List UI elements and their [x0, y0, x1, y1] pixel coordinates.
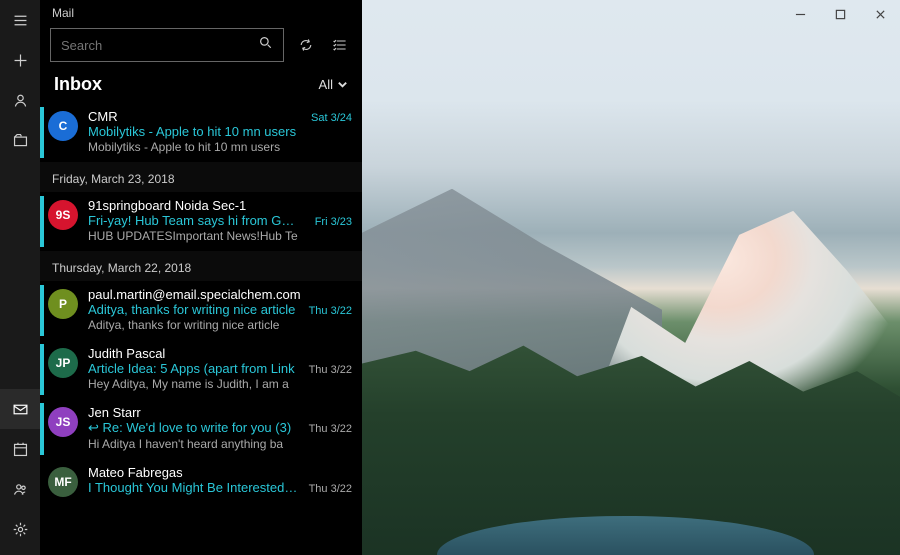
search-box[interactable] [50, 28, 284, 62]
avatar: MF [48, 467, 78, 497]
message-subject: I Thought You Might Be Interested In [88, 480, 298, 495]
message-sender: Judith Pascal [88, 346, 165, 361]
folder-name: Inbox [54, 74, 102, 95]
settings-button[interactable] [0, 509, 40, 549]
filter-dropdown[interactable]: All [319, 77, 348, 92]
message-date: Thu 3/22 [303, 364, 352, 376]
message-sender: CMR [88, 109, 118, 124]
menu-button[interactable] [0, 0, 40, 40]
message-list-panel: Mail Inbox All CCMRSat 3/24Mobilytiks - [40, 0, 362, 555]
accounts-button[interactable] [0, 80, 40, 120]
search-input[interactable] [61, 38, 258, 53]
message-preview: Hey Aditya, My name is Judith, I am a [88, 377, 352, 391]
chevron-down-icon [337, 79, 348, 90]
message-date: Fri 3/23 [309, 216, 352, 228]
message-subject: Aditya, thanks for writing nice article [88, 302, 295, 317]
people-tab[interactable] [0, 469, 40, 509]
message-subject: ↩ Re: We'd love to write for you (3) [88, 420, 291, 436]
app-title: Mail [40, 0, 362, 24]
sync-button[interactable] [294, 33, 318, 57]
folders-button[interactable] [0, 120, 40, 160]
message-item[interactable]: Ppaul.martin@email.specialchem.comAditya… [40, 281, 362, 340]
message-preview: Hi Aditya I haven't heard anything ba [88, 437, 352, 451]
message-date: Thu 3/22 [303, 483, 352, 495]
avatar: P [48, 289, 78, 319]
date-header: Thursday, March 22, 2018 [40, 251, 362, 281]
minimize-button[interactable] [780, 0, 820, 28]
message-sender: paul.martin@email.specialchem.com [88, 287, 301, 302]
message-item[interactable]: JP Judith PascalArticle Idea: 5 Apps (apa… [40, 340, 362, 399]
avatar: JP [48, 348, 78, 378]
calendar-tab[interactable] [0, 429, 40, 469]
message-sender: Mateo Fabregas [88, 465, 183, 480]
avatar: 9S [48, 200, 78, 230]
message-sender: 91springboard Noida Sec-1 [88, 198, 246, 213]
message-sender: Jen Starr [88, 405, 141, 420]
message-preview: Aditya, thanks for writing nice article [88, 318, 352, 332]
selection-mode-button[interactable] [328, 33, 352, 57]
mail-tab[interactable] [0, 389, 40, 429]
message-preview: Mobilytiks - Apple to hit 10 mn users [88, 140, 352, 154]
message-item[interactable]: MF Mateo FabregasI Thought You Might Be I… [40, 459, 362, 505]
new-mail-button[interactable] [0, 40, 40, 80]
message-date: Sat 3/24 [305, 112, 352, 124]
message-item[interactable]: JS Jen Starr↩ Re: We'd love to write for … [40, 399, 362, 459]
message-subject: Mobilytiks - Apple to hit 10 mn users [88, 124, 296, 139]
message-subject: Fri-yay! Hub Team says hi from Goa! [88, 213, 298, 228]
avatar: JS [48, 407, 78, 437]
message-date: Thu 3/22 [303, 423, 352, 435]
message-item[interactable]: 9S 91springboard Noida Sec-1Fri-yay! Hub … [40, 192, 362, 251]
reading-pane [362, 0, 900, 555]
message-date: Thu 3/22 [303, 305, 352, 317]
message-item[interactable]: C CMR Sat 3/24 Mobilytiks - Apple to hit 10… [40, 103, 362, 162]
nav-rail [0, 0, 40, 555]
close-button[interactable] [860, 0, 900, 28]
message-preview: HUB UPDATESImportant News!Hub Te [88, 229, 352, 243]
message-list[interactable]: C CMR Sat 3/24 Mobilytiks - Apple to hit 10… [40, 103, 362, 555]
date-header: Friday, March 23, 2018 [40, 162, 362, 192]
avatar: C [48, 111, 78, 141]
filter-label: All [319, 77, 333, 92]
search-icon[interactable] [258, 35, 273, 55]
maximize-button[interactable] [820, 0, 860, 28]
message-subject: Article Idea: 5 Apps (apart from Link [88, 361, 295, 376]
